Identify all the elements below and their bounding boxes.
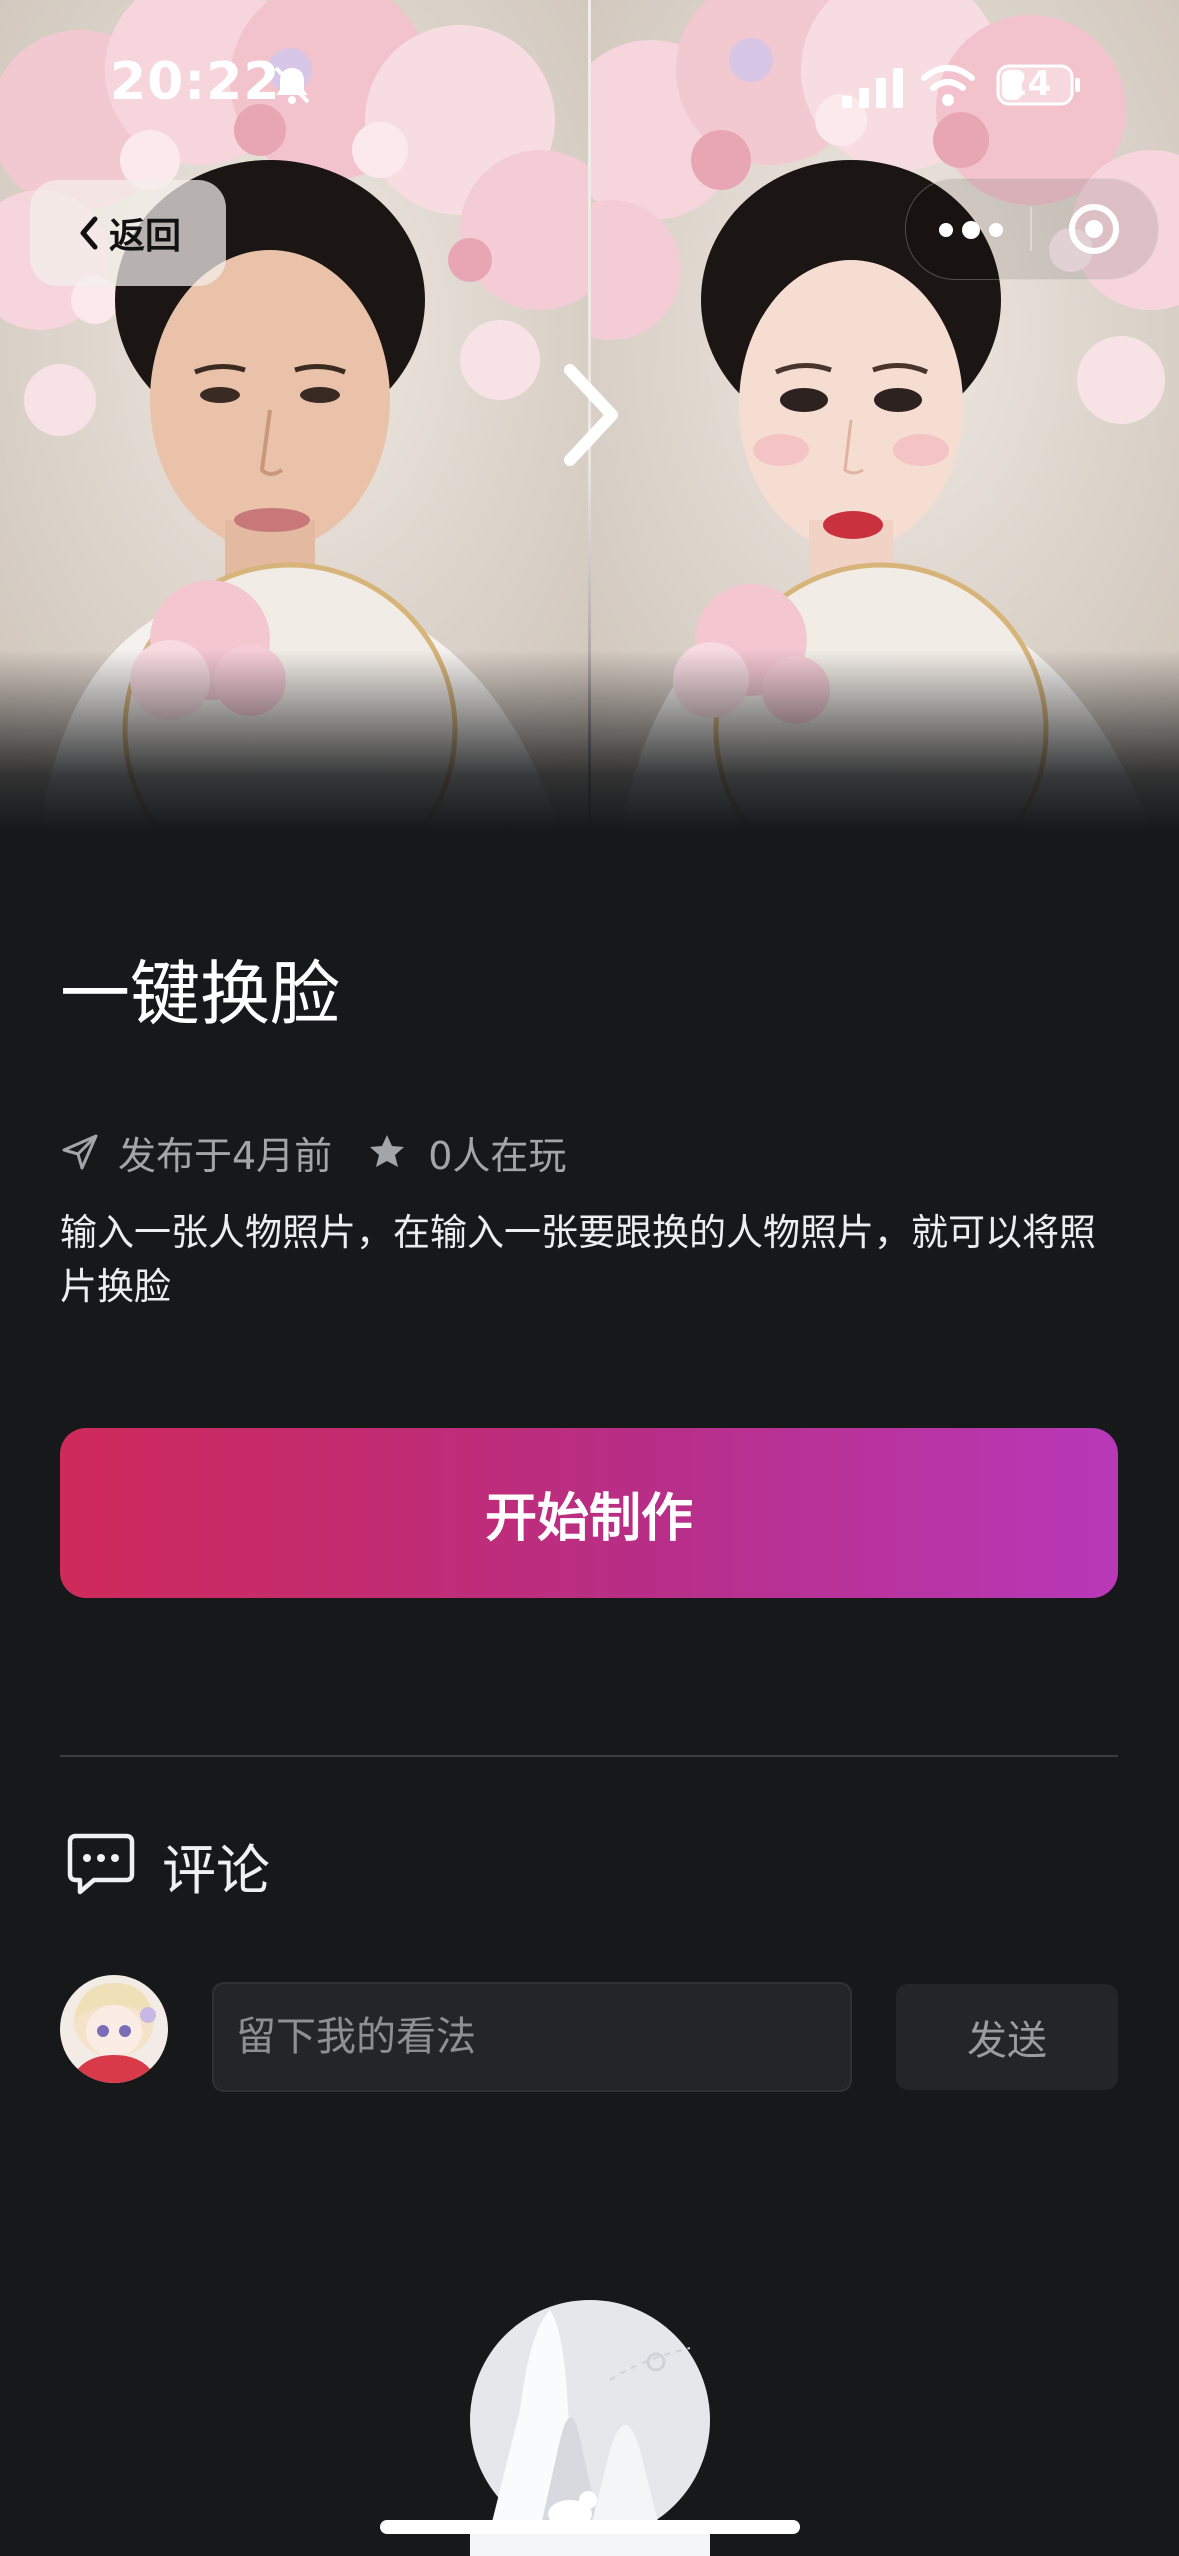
- star-icon: [370, 1135, 405, 1167]
- template-description: 输入一张人物照片，在输入一张要跟换的人物照片，就可以将照片换脸: [60, 1211, 1096, 1308]
- meta-row: 发布于4月前 0人在玩: [60, 1122, 566, 1182]
- players-count: 0人在玩: [428, 1133, 567, 1178]
- comments-title: 评论: [162, 1838, 270, 1902]
- back-label: 返回: [108, 216, 181, 257]
- send-icon: [62, 1134, 98, 1170]
- section-divider: [60, 1755, 1118, 1757]
- bell-slash-icon: [274, 66, 310, 104]
- hero-fade: [0, 650, 1179, 830]
- comments-header: 评论: [66, 1830, 270, 1902]
- more-icon[interactable]: [936, 215, 1006, 245]
- comment-bubble-icon: [67, 1833, 135, 1895]
- comment-input[interactable]: [212, 1982, 852, 2092]
- mini-program-capsule: [905, 178, 1159, 280]
- signal-icon: [842, 68, 903, 108]
- close-target-icon[interactable]: [1066, 201, 1122, 257]
- start-making-button[interactable]: 开始制作: [60, 1428, 1118, 1598]
- chevron-right-icon: [564, 364, 618, 466]
- page-title: 一键换脸: [60, 953, 340, 1035]
- publish-time: 发布于4月前: [118, 1133, 333, 1178]
- battery-level: 24: [1004, 64, 1052, 104]
- back-button[interactable]: 返回: [30, 180, 226, 286]
- send-comment-button[interactable]: 发送: [896, 1984, 1118, 2090]
- status-bar: 20:22 24: [0, 0, 1179, 150]
- chevron-left-icon: [80, 216, 98, 250]
- status-time: 20:22: [110, 52, 281, 112]
- home-indicator: [380, 2520, 800, 2534]
- empty-comments-illustration: [470, 2300, 710, 2556]
- capsule-separator: [1030, 207, 1032, 251]
- user-avatar: [60, 1975, 168, 2083]
- wifi-icon: [921, 65, 975, 106]
